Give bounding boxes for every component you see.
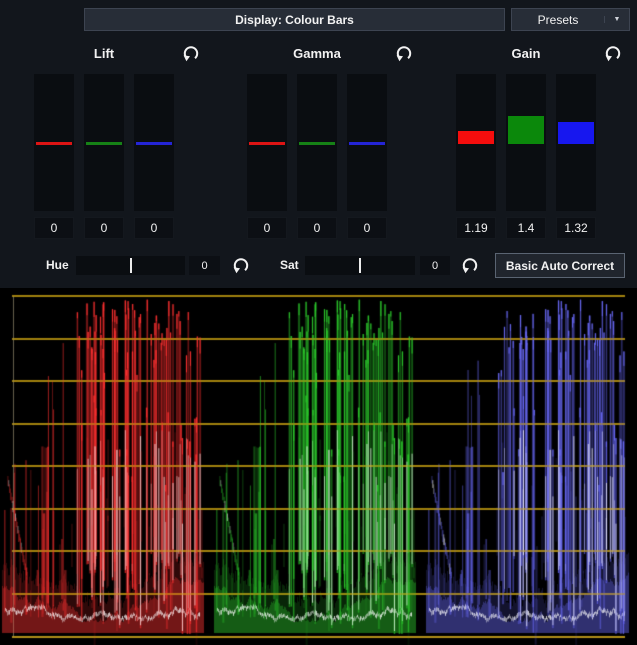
slider-handle[interactable] <box>508 116 544 144</box>
slider-value[interactable]: 1.4 <box>506 217 546 239</box>
reset-icon[interactable] <box>395 44 413 62</box>
hue-slider[interactable] <box>76 256 185 275</box>
adjustments-row: Hue 0 Sat 0 Basic Auto Correct <box>0 252 637 282</box>
slider-handle[interactable] <box>299 142 335 145</box>
presets-button[interactable]: Presets <box>512 13 604 27</box>
auto-correct-label: Basic Auto Correct <box>506 259 614 273</box>
sat-reset-icon[interactable] <box>461 256 479 274</box>
slider-red[interactable] <box>34 74 74 211</box>
section-title: Lift <box>34 46 174 61</box>
slider-handle[interactable] <box>558 122 594 144</box>
reset-icon[interactable] <box>604 44 622 62</box>
slider-value[interactable]: 0 <box>134 217 174 239</box>
slider-blue[interactable] <box>134 74 174 211</box>
slider-value[interactable]: 0 <box>247 217 287 239</box>
slider-green[interactable] <box>84 74 124 211</box>
slider-handle[interactable] <box>136 142 172 145</box>
display-mode-button[interactable]: Display: Colour Bars <box>84 8 505 31</box>
presets-label: Presets <box>538 13 579 27</box>
gain-section: Gain 1.19 1.4 1.32 <box>456 44 631 244</box>
presets-split-button[interactable]: Presets ▼ <box>511 8 630 31</box>
slider-value[interactable]: 1.19 <box>456 217 496 239</box>
gamma-section: Gamma 0 0 0 <box>247 44 422 244</box>
slider-handle[interactable] <box>458 131 494 144</box>
sat-label: Sat <box>280 258 299 272</box>
slider-blue[interactable] <box>556 74 596 211</box>
slider-handle[interactable] <box>86 142 122 145</box>
hue-value[interactable]: 0 <box>189 256 220 275</box>
slider-handle[interactable] <box>36 142 72 145</box>
hue-label: Hue <box>46 258 69 272</box>
presets-dropdown-button[interactable]: ▼ <box>604 16 629 23</box>
sat-value[interactable]: 0 <box>420 256 450 275</box>
slider-value[interactable]: 0 <box>347 217 387 239</box>
hue-slider-tick[interactable] <box>130 258 132 273</box>
slider-value[interactable]: 0 <box>297 217 337 239</box>
lift-section: Lift 0 0 0 <box>34 44 209 244</box>
slider-value[interactable]: 0 <box>84 217 124 239</box>
section-title: Gamma <box>247 46 387 61</box>
sat-slider-tick[interactable] <box>359 258 361 273</box>
slider-red[interactable] <box>247 74 287 211</box>
hue-reset-icon[interactable] <box>232 256 250 274</box>
slider-value[interactable]: 1.32 <box>556 217 596 239</box>
display-mode-label: Display: Colour Bars <box>235 13 354 27</box>
chevron-down-icon: ▼ <box>614 16 621 23</box>
slider-red[interactable] <box>456 74 496 211</box>
slider-handle[interactable] <box>249 142 285 145</box>
slider-green[interactable] <box>506 74 546 211</box>
slider-blue[interactable] <box>347 74 387 211</box>
sat-slider[interactable] <box>305 256 415 275</box>
slider-green[interactable] <box>297 74 337 211</box>
reset-icon[interactable] <box>182 44 200 62</box>
section-title: Gain <box>456 46 596 61</box>
rgb-waveform-scope <box>0 288 637 645</box>
slider-handle[interactable] <box>349 142 385 145</box>
slider-value[interactable]: 0 <box>34 217 74 239</box>
basic-auto-correct-button[interactable]: Basic Auto Correct <box>495 253 625 278</box>
